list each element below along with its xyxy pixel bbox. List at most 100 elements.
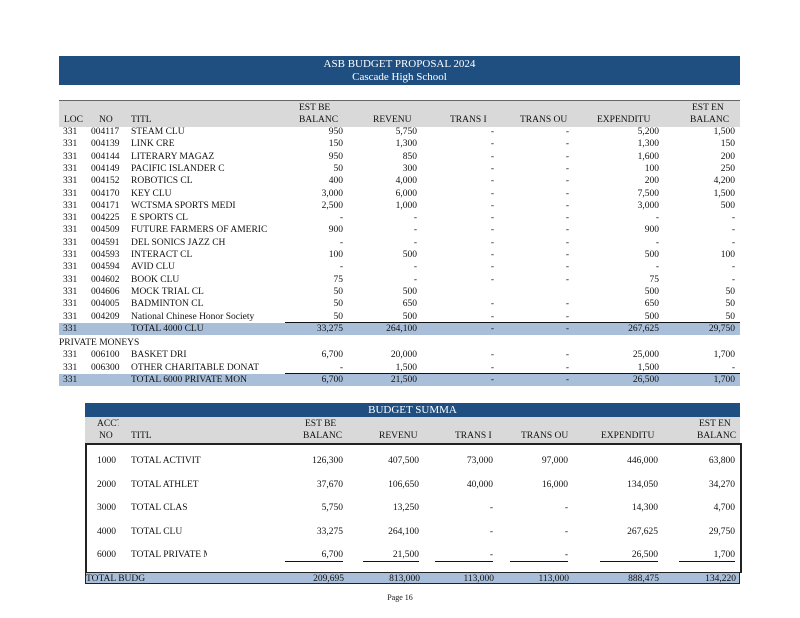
sum-col-acct-bottom: NO — [99, 431, 113, 441]
cell-loc: 331 — [63, 311, 78, 322]
cell-tout: - — [565, 176, 569, 187]
cell-no: 004225 — [91, 213, 120, 224]
cell-begin: - — [339, 262, 343, 273]
cell-tout: - — [565, 374, 569, 385]
cell-end: - — [731, 237, 735, 248]
cell-end: 29,750 — [708, 323, 735, 334]
cell-tin: - — [490, 176, 494, 187]
table-row: 331 004602 BOOK CLU 75 - - - 75 - — [59, 274, 740, 286]
private-moneys-label: PRIVATE MONEYS — [59, 337, 140, 348]
table-row: 331 004606 MOCK TRIAL CL 50 500 500 50 — [59, 286, 740, 298]
summary-cell-title: TOTAL ACTIVIT — [131, 456, 201, 466]
table-row: 331 004144 LITERARY MAGAZ 950 850 - - 1,600 200 — [59, 151, 740, 163]
summary-cell-rev: 407,500 — [388, 456, 419, 466]
sum-col-begin-bottom: BALANC — [303, 431, 343, 441]
cell-rev: 500 — [402, 250, 417, 260]
cell-rev: 1,500 — [395, 362, 417, 373]
budget-title-bar: ASB BUDGET PROPOSAL 2024 Cascade High Sc… — [59, 56, 740, 85]
summary-cell-begin: 5,750 — [321, 503, 343, 513]
cell-exp: 1,300 — [637, 139, 659, 150]
budget-title: ASB BUDGET PROPOSAL 2024 — [323, 58, 476, 70]
cell-begin: 50 — [333, 311, 344, 322]
cell-title: ROBOTICS CL — [131, 176, 193, 187]
cell-end: 250 — [720, 163, 735, 174]
cell-tin: - — [490, 274, 494, 285]
cell-no: 004152 — [91, 176, 120, 187]
cell-tout: - — [565, 200, 569, 211]
cell-rev: - — [413, 274, 417, 285]
cell-end: 1,500 — [713, 188, 735, 199]
cell-loc: 331 — [63, 323, 78, 334]
cell-loc: 331 — [63, 262, 78, 273]
summary-cell-begin: 126,300 — [312, 456, 343, 466]
table-row: 331 004209 National Chinese Honor Society 5… — [59, 311, 740, 323]
sum-col-begin-top: EST BE — [305, 419, 337, 429]
summary-cell-end: 29,750 — [708, 526, 735, 537]
cell-loc: 331 — [63, 188, 78, 199]
cell-end: 100 — [720, 250, 735, 260]
cell-end: 4,200 — [713, 176, 735, 187]
cell-title: LITERARY MAGAZ — [131, 151, 215, 162]
summary-cell-no: 4000 — [97, 526, 116, 537]
col-end-bottom: BALANC — [690, 115, 730, 125]
cell-tin: - — [490, 237, 494, 248]
cell-tin: - — [490, 127, 494, 137]
cell-begin: 50 — [333, 299, 344, 310]
sum-total-end: 134,220 — [705, 574, 736, 584]
sum-col-acct-top: ACCT — [97, 419, 119, 429]
sum-total-exp: 888,475 — [628, 574, 659, 584]
cell-title: STEAM CLU — [131, 127, 185, 137]
private-total-row: 331 TOTAL 6000 PRIVATE MON 6,700 21,500 - - 26… — [59, 373, 740, 386]
cell-rev: 21,500 — [390, 374, 417, 385]
summary-cell-tin: 73,000 — [466, 456, 493, 466]
cell-rev: 1,000 — [395, 200, 417, 211]
cell-tout: - — [565, 262, 569, 273]
cell-tout: - — [565, 163, 569, 174]
cell-begin: - — [339, 237, 343, 248]
sum-total-title: TOTAL BUDG — [86, 574, 146, 584]
cell-tout: - — [565, 350, 569, 361]
col-begin-top: EST BE — [299, 103, 331, 113]
table-row: 331 006100 BASKET DRI 6,700 20,000 - - 25,000 1,… — [59, 349, 740, 361]
sum-col-end-top: EST EN — [699, 419, 731, 429]
summary-cell-title: TOTAL CLAS — [131, 503, 188, 513]
summary-cell-tout: - — [564, 526, 568, 537]
table-row: 331 004509 FUTURE FARMERS OF AMERIC 900 - - - 9… — [59, 224, 740, 236]
cell-no: 004139 — [91, 139, 120, 150]
sum-col-rev: REVENU — [379, 431, 418, 441]
cell-end: - — [731, 213, 735, 224]
cell-tout: - — [565, 274, 569, 285]
cell-no: 004209 — [91, 311, 120, 322]
cell-rev: 264,100 — [386, 323, 417, 334]
table-row: 331 006300 OTHER CHARITABLE DONAT - 1,500 - - 1… — [59, 362, 740, 374]
cell-rev: 6,000 — [395, 188, 417, 199]
cell-end: 1,500 — [713, 127, 735, 137]
cell-loc: 331 — [63, 151, 78, 162]
sum-total-begin: 209,695 — [313, 574, 344, 584]
col-loc: LOC — [64, 115, 83, 125]
cell-no: 004005 — [91, 299, 120, 310]
sum-col-tout: TRANS OU — [521, 431, 569, 441]
cell-end: 1,700 — [713, 350, 735, 361]
cell-tin: - — [490, 311, 494, 322]
cell-begin: 100 — [328, 250, 343, 260]
summary-cell-title: TOTAL ATHLET — [131, 479, 199, 490]
cell-title: LINK CRE — [131, 139, 175, 150]
cell-tout: - — [565, 151, 569, 162]
cell-begin: - — [339, 362, 343, 373]
summary-cell-exp: 134,050 — [627, 479, 658, 490]
cell-rev: 300 — [402, 163, 417, 174]
sum-total-tout: 113,000 — [538, 574, 569, 584]
cell-rev: - — [413, 213, 417, 224]
cell-rev: - — [413, 237, 417, 248]
table-row: 331 004170 KEY CLU 3,000 6,000 - - 7,500 1,500 — [59, 188, 740, 200]
summary-cell-title: TOTAL PRIVATE MON — [131, 550, 207, 560]
summary-cell-tin: 40,000 — [466, 479, 493, 490]
cell-rev: 500 — [402, 311, 417, 322]
cell-loc: 331 — [63, 225, 78, 236]
table-row: 331 004149 PACIFIC ISLANDER C 50 300 - - 100 250 — [59, 163, 740, 175]
cell-tin: - — [490, 250, 494, 260]
cell-loc: 331 — [63, 250, 78, 260]
cell-title: FUTURE FARMERS OF AMERIC — [131, 225, 268, 236]
cell-tout: - — [565, 250, 569, 260]
